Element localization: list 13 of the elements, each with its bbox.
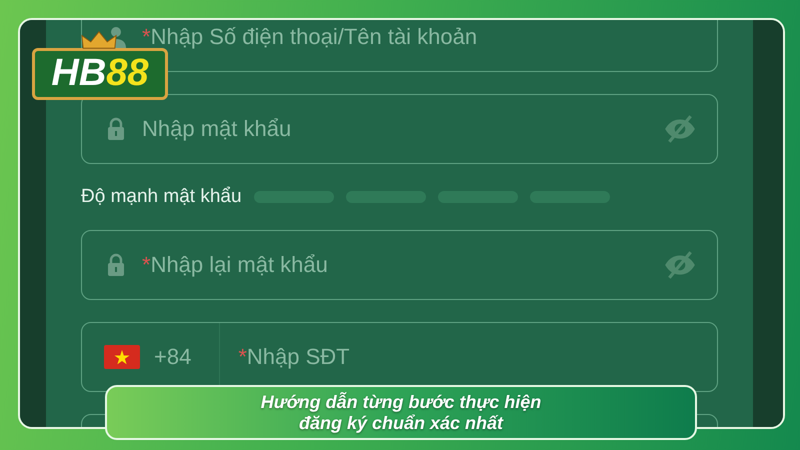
caption-text: đăng ký chuẩn xác nhất [298, 412, 504, 434]
eye-slash-icon[interactable] [663, 250, 697, 280]
placeholder-text: *Nhập Số điện thoại/Tên tài khoản [142, 24, 478, 50]
placeholder-text: Nhập mật khẩu [142, 116, 292, 142]
input-field[interactable]: *Nhập lại mật khẩu [81, 230, 718, 300]
strength-label: Độ mạnh mật khẩu [81, 186, 242, 208]
input-field[interactable]: Nhập mật khẩu [81, 94, 718, 164]
placeholder-text: *Nhập lại mật khẩu [142, 252, 329, 278]
flag-icon [104, 345, 140, 369]
country-code[interactable]: +84 [154, 344, 206, 370]
placeholder-text: *Nhập SĐT [238, 344, 351, 370]
caption-text: Hướng dẫn từng bước thực hiện [260, 392, 542, 412]
eye-slash-icon[interactable] [663, 114, 697, 144]
